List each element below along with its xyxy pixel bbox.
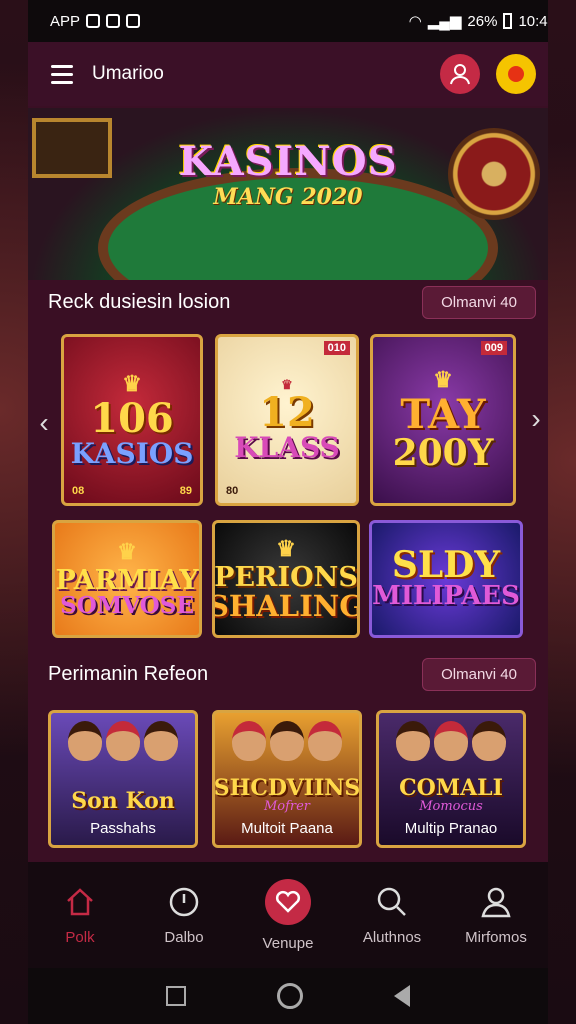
- live-game-logo-sub: Mofrer: [263, 799, 311, 814]
- nav-label: Mirfomos: [465, 928, 527, 946]
- game-tile-subtitle: KASIOS: [70, 437, 194, 471]
- live-game-tile-1[interactable]: Son Kon Passhahs: [48, 710, 198, 848]
- battery-percent: 26%: [467, 12, 498, 30]
- crown-icon: ♛: [117, 539, 137, 566]
- bottom-nav: Polk Dalbo Venupe Aluthnos Mirfomos: [28, 862, 548, 968]
- coins-button[interactable]: [496, 54, 536, 94]
- hero-banner[interactable]: KASINOS MANG 2020: [28, 108, 548, 280]
- menu-icon[interactable]: [40, 52, 84, 96]
- notification-icon: [86, 14, 101, 28]
- see-all-button[interactable]: Olmanvi 40: [422, 285, 536, 319]
- game-tile-title: TAY: [400, 391, 486, 439]
- tile-corner-label: 89: [179, 485, 192, 497]
- status-app-label: APP: [50, 12, 81, 30]
- home-button-icon[interactable]: [276, 983, 303, 1009]
- nav-item-history[interactable]: Dalbo: [134, 885, 234, 946]
- nav-item-profile[interactable]: Mirfomos: [446, 885, 546, 946]
- live-game-logo-sub: Momocus: [419, 799, 483, 814]
- crown-icon: ♛: [276, 536, 296, 563]
- game-tile-6[interactable]: SLDY MILIPAES: [369, 520, 523, 638]
- section-header-2: Perimanin Refeon Olmanvi 40: [28, 652, 548, 696]
- hero-title: KASINOS: [178, 138, 398, 185]
- live-game-caption: Multoit Paana: [241, 820, 333, 837]
- search-icon: [375, 885, 409, 919]
- live-game-caption: Passhahs: [90, 820, 156, 837]
- section-header-1: Reck dusiesin losion Olmanvi 40: [28, 280, 548, 324]
- clock-time: 10:47: [518, 12, 548, 30]
- nav-item-home[interactable]: Polk: [30, 885, 130, 946]
- crown-icon: ♛: [433, 367, 453, 394]
- tile-corner-label: 80: [226, 485, 239, 497]
- nav-label: Venupe: [262, 934, 314, 952]
- nav-label: Aluthnos: [362, 928, 422, 946]
- carousel-next-icon[interactable]: ›: [524, 374, 548, 464]
- live-game-logo: Son Kon: [71, 788, 175, 814]
- game-tile-subtitle: SOMVOSE: [60, 592, 194, 620]
- game-tile-5[interactable]: ♛ PERIONS SHALING: [212, 520, 360, 638]
- tile-corner-label: 010: [323, 341, 350, 355]
- coin-icon: [508, 66, 524, 82]
- game-tile-2[interactable]: ♛ 12 KLASS 80 010: [215, 334, 359, 506]
- recents-icon[interactable]: [165, 986, 186, 1006]
- game-tile-subtitle: KLASS: [234, 430, 340, 464]
- nav-item-favorites[interactable]: Venupe: [238, 878, 338, 952]
- hosts-illustration: [215, 721, 359, 761]
- nav-label: Dalbo: [164, 928, 204, 946]
- app-bar: Umarioo: [28, 42, 548, 106]
- hero-subtitle: MANG 2020: [213, 184, 363, 210]
- media-icon: [106, 14, 121, 28]
- live-game-logo: COMALI: [399, 775, 503, 801]
- user-icon: [450, 64, 470, 85]
- wifi-icon: ◠: [408, 13, 422, 30]
- crown-icon: ♛: [122, 371, 142, 398]
- app-title: Umarioo: [92, 63, 164, 84]
- carousel-prev-icon[interactable]: ‹: [32, 378, 56, 468]
- hosts-illustration: [51, 721, 195, 761]
- game-tile-3[interactable]: ♛ TAY 200Y 009: [370, 334, 516, 506]
- tile-corner-label: 009: [480, 341, 507, 355]
- live-game-caption: Multip Pranao: [404, 820, 498, 837]
- section-title: Reck dusiesin losion: [48, 290, 231, 313]
- user-profile-button[interactable]: [440, 54, 480, 94]
- live-game-tile-3[interactable]: COMALI Momocus Multip Pranao: [376, 710, 526, 848]
- game-tile-subtitle: 200Y: [392, 432, 494, 475]
- live-game-logo: SHCDVIINS: [213, 775, 361, 801]
- game-tile-title: 12: [259, 388, 315, 436]
- signal-icon: ▂▄▆: [427, 13, 462, 30]
- game-tile-title: SLDY: [391, 544, 501, 587]
- heart-icon: [265, 878, 311, 925]
- section-title: Perimanin Refeon: [48, 662, 209, 685]
- status-left: APP: [50, 12, 141, 30]
- game-tile-title: 106: [90, 395, 174, 443]
- nav-item-search[interactable]: Aluthnos: [342, 885, 442, 946]
- status-bar: APP ◠ ▂▄▆ 26% 10:47: [28, 0, 548, 42]
- home-icon: [63, 885, 97, 919]
- clock-icon: [167, 885, 201, 919]
- game-tile-title: PARMIAY: [55, 565, 199, 597]
- back-icon[interactable]: [394, 985, 411, 1007]
- game-tile-4[interactable]: ♛ PARMIAY SOMVOSE: [52, 520, 202, 638]
- system-nav-bar: [28, 968, 548, 1024]
- live-game-tile-2[interactable]: SHCDVIINS Mofrer Multoit Paana: [212, 710, 362, 848]
- app-screen: APP ◠ ▂▄▆ 26% 10:47 Umarioo KASINOS MANG…: [28, 0, 548, 1024]
- game-tile-1[interactable]: ♛ 106 KASIOS 08 89: [61, 334, 203, 506]
- game-tile-subtitle: MILIPAES: [372, 581, 520, 612]
- battery-icon: [503, 13, 513, 29]
- game-tile-subtitle: SHALING: [212, 589, 360, 624]
- see-all-button[interactable]: Olmanvi 40: [422, 657, 536, 691]
- nav-label: Polk: [65, 928, 95, 946]
- hosts-illustration: [379, 721, 523, 761]
- profile-icon: [479, 885, 513, 919]
- home-notification-icon: [126, 14, 141, 28]
- game-tile-title: PERIONS: [214, 562, 358, 594]
- status-right: ◠ ▂▄▆ 26% 10:47: [408, 12, 548, 31]
- tile-corner-label: 08: [72, 485, 85, 497]
